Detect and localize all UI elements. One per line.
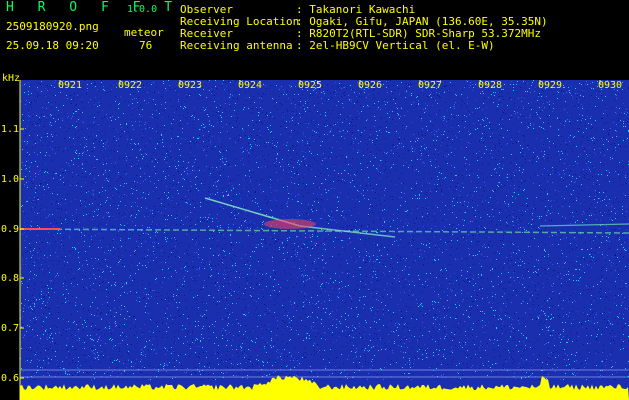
y-tick-label: 0.7 [1, 323, 20, 334]
x-tick-label: 0930 [598, 80, 623, 91]
info-value-antenna: : 2el-HB9CV Vertical (el. E-W) [296, 39, 495, 52]
x-tick-label: 0927 [418, 80, 443, 91]
y-tick-label: 0.6 [1, 373, 20, 384]
file-name: 2509180920.png [6, 20, 99, 33]
info-key-antenna: Receiving antenna [180, 39, 293, 52]
meteor-head-echo [264, 219, 316, 229]
y-tick-label: 1.1 [1, 124, 20, 135]
meteor-label: meteor [124, 26, 164, 39]
x-tick-label: 0923 [178, 80, 203, 91]
y-tick-label: 0.8 [1, 273, 20, 284]
x-tick-label: 0922 [118, 80, 143, 91]
date-time: 25.09.18 09:20 [6, 39, 99, 52]
x-tick-label: 0926 [358, 80, 383, 91]
spectrogram [19, 80, 629, 400]
x-tick-label: 0924 [238, 80, 263, 91]
meteor-count: 76 [139, 39, 153, 52]
app-version: 1.0.0 [127, 4, 158, 15]
y-tick-label: 0.9 [1, 224, 20, 235]
y-tick-label: 1.0 [1, 174, 20, 185]
x-tick-label: 0929 [538, 80, 563, 91]
hrofft-screen: H R O F F T 1.0.0 2509180920.png 25.09.1… [0, 0, 629, 400]
x-tick-label: 0928 [478, 80, 503, 91]
x-tick-label: 0921 [58, 80, 83, 91]
y-axis-unit: kHz [2, 73, 21, 84]
x-tick-label: 0925 [298, 80, 323, 91]
